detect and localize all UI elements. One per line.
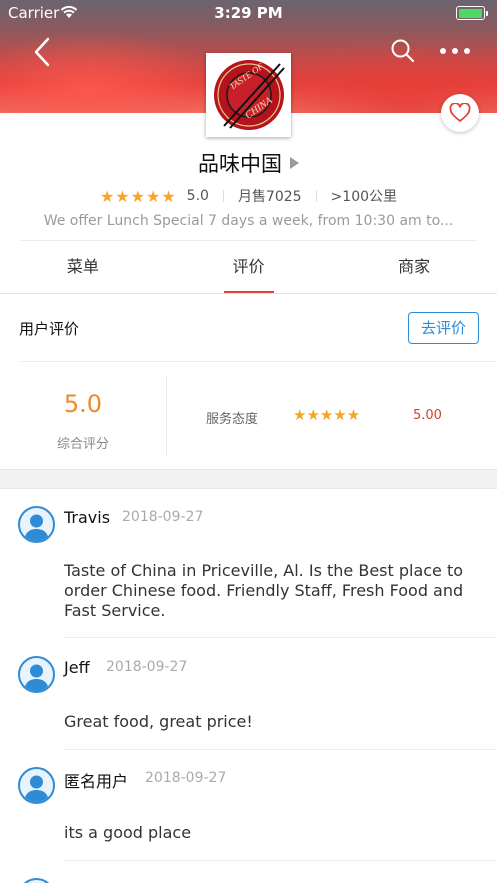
tab-menu[interactable]: 菜单 [0,241,166,293]
monthly-sales: 月售7025 [237,189,302,205]
favorite-button[interactable] [441,94,479,132]
back-button[interactable] [28,36,58,68]
taste-of-china-logo: TASTE OF CHINA [213,60,285,130]
clock: 3:29 PM [214,4,283,22]
review-date: 2018-09-27 [106,659,188,675]
review-text: Taste of China in Priceville, Al. Is the… [64,561,464,620]
review-item: 匿名用户 2018-09-27 its a good place [0,750,497,861]
service-label: 服务态度 [206,412,259,427]
shop-description[interactable]: We offer Lunch Special 7 days a week, fr… [0,213,497,229]
tab-merchant[interactable]: 商家 [331,241,497,293]
rating-stars: ★★★★★ [99,186,177,206]
triangle-right-icon [290,157,299,169]
review-item: Travis 2018-09-27 Taste of China in Pric… [0,489,497,639]
search-icon [391,39,415,63]
tab-reviews[interactable]: 评价 [166,241,332,293]
section-separator [0,469,497,489]
distance: >100公里 [330,189,398,205]
tab-label: 菜单 [66,257,99,276]
write-review-button[interactable]: 去评价 [408,312,479,344]
chevron-left-icon [34,37,50,67]
user-avatar-icon [18,506,55,543]
rating-value: 5.0 [186,188,209,204]
divider [315,190,317,202]
more-button[interactable] [438,40,472,62]
overall-score-label: 综合评分 [56,437,109,452]
battery-level [458,8,482,18]
heart-icon [449,103,471,122]
reviewer-name: Travis [64,508,111,527]
battery-tip [485,10,488,16]
shop-stats: ★★★★★ 5.0 月售7025 >100公里 [0,185,497,207]
review-item: Jeff 2018-09-27 Great food, great price! [0,639,497,750]
service-score: 5.00 [413,408,442,423]
reviews-header: 用户评价 去评价 [0,294,497,362]
review-item [0,861,497,883]
divider [222,190,224,202]
reviewer-name: Jeff [64,658,90,677]
review-text: its a good place [64,823,192,842]
shop-name: 品味中国 [198,152,282,176]
shop-title[interactable]: 品味中国 [0,148,497,178]
search-button[interactable] [390,38,416,64]
score-summary: 5.0 综合评分 服务态度 ★★★★★ 5.00 [0,362,497,469]
tab-bar: 菜单 评价 商家 [0,241,497,293]
reviews-title: 用户评价 [19,320,80,338]
user-avatar-icon [18,656,55,693]
user-avatar-icon [18,767,55,804]
review-date: 2018-09-27 [145,770,227,786]
tab-label: 评价 [232,257,265,276]
review-text: Great food, great price! [64,712,253,731]
status-bar: Carrier 3:29 PM [0,0,497,26]
overall-score: 5.0 [63,390,103,418]
restaurant-logo: TASTE OF CHINA [206,53,291,137]
reviewer-name: 匿名用户 [64,772,129,791]
divider [166,376,167,456]
review-date: 2018-09-27 [122,509,204,525]
divider [64,637,497,638]
battery-icon [456,6,488,20]
user-avatar-icon [18,878,55,883]
service-stars: ★★★★★ [293,406,361,424]
more-dots-icon [440,48,470,54]
tab-label: 商家 [398,257,431,276]
